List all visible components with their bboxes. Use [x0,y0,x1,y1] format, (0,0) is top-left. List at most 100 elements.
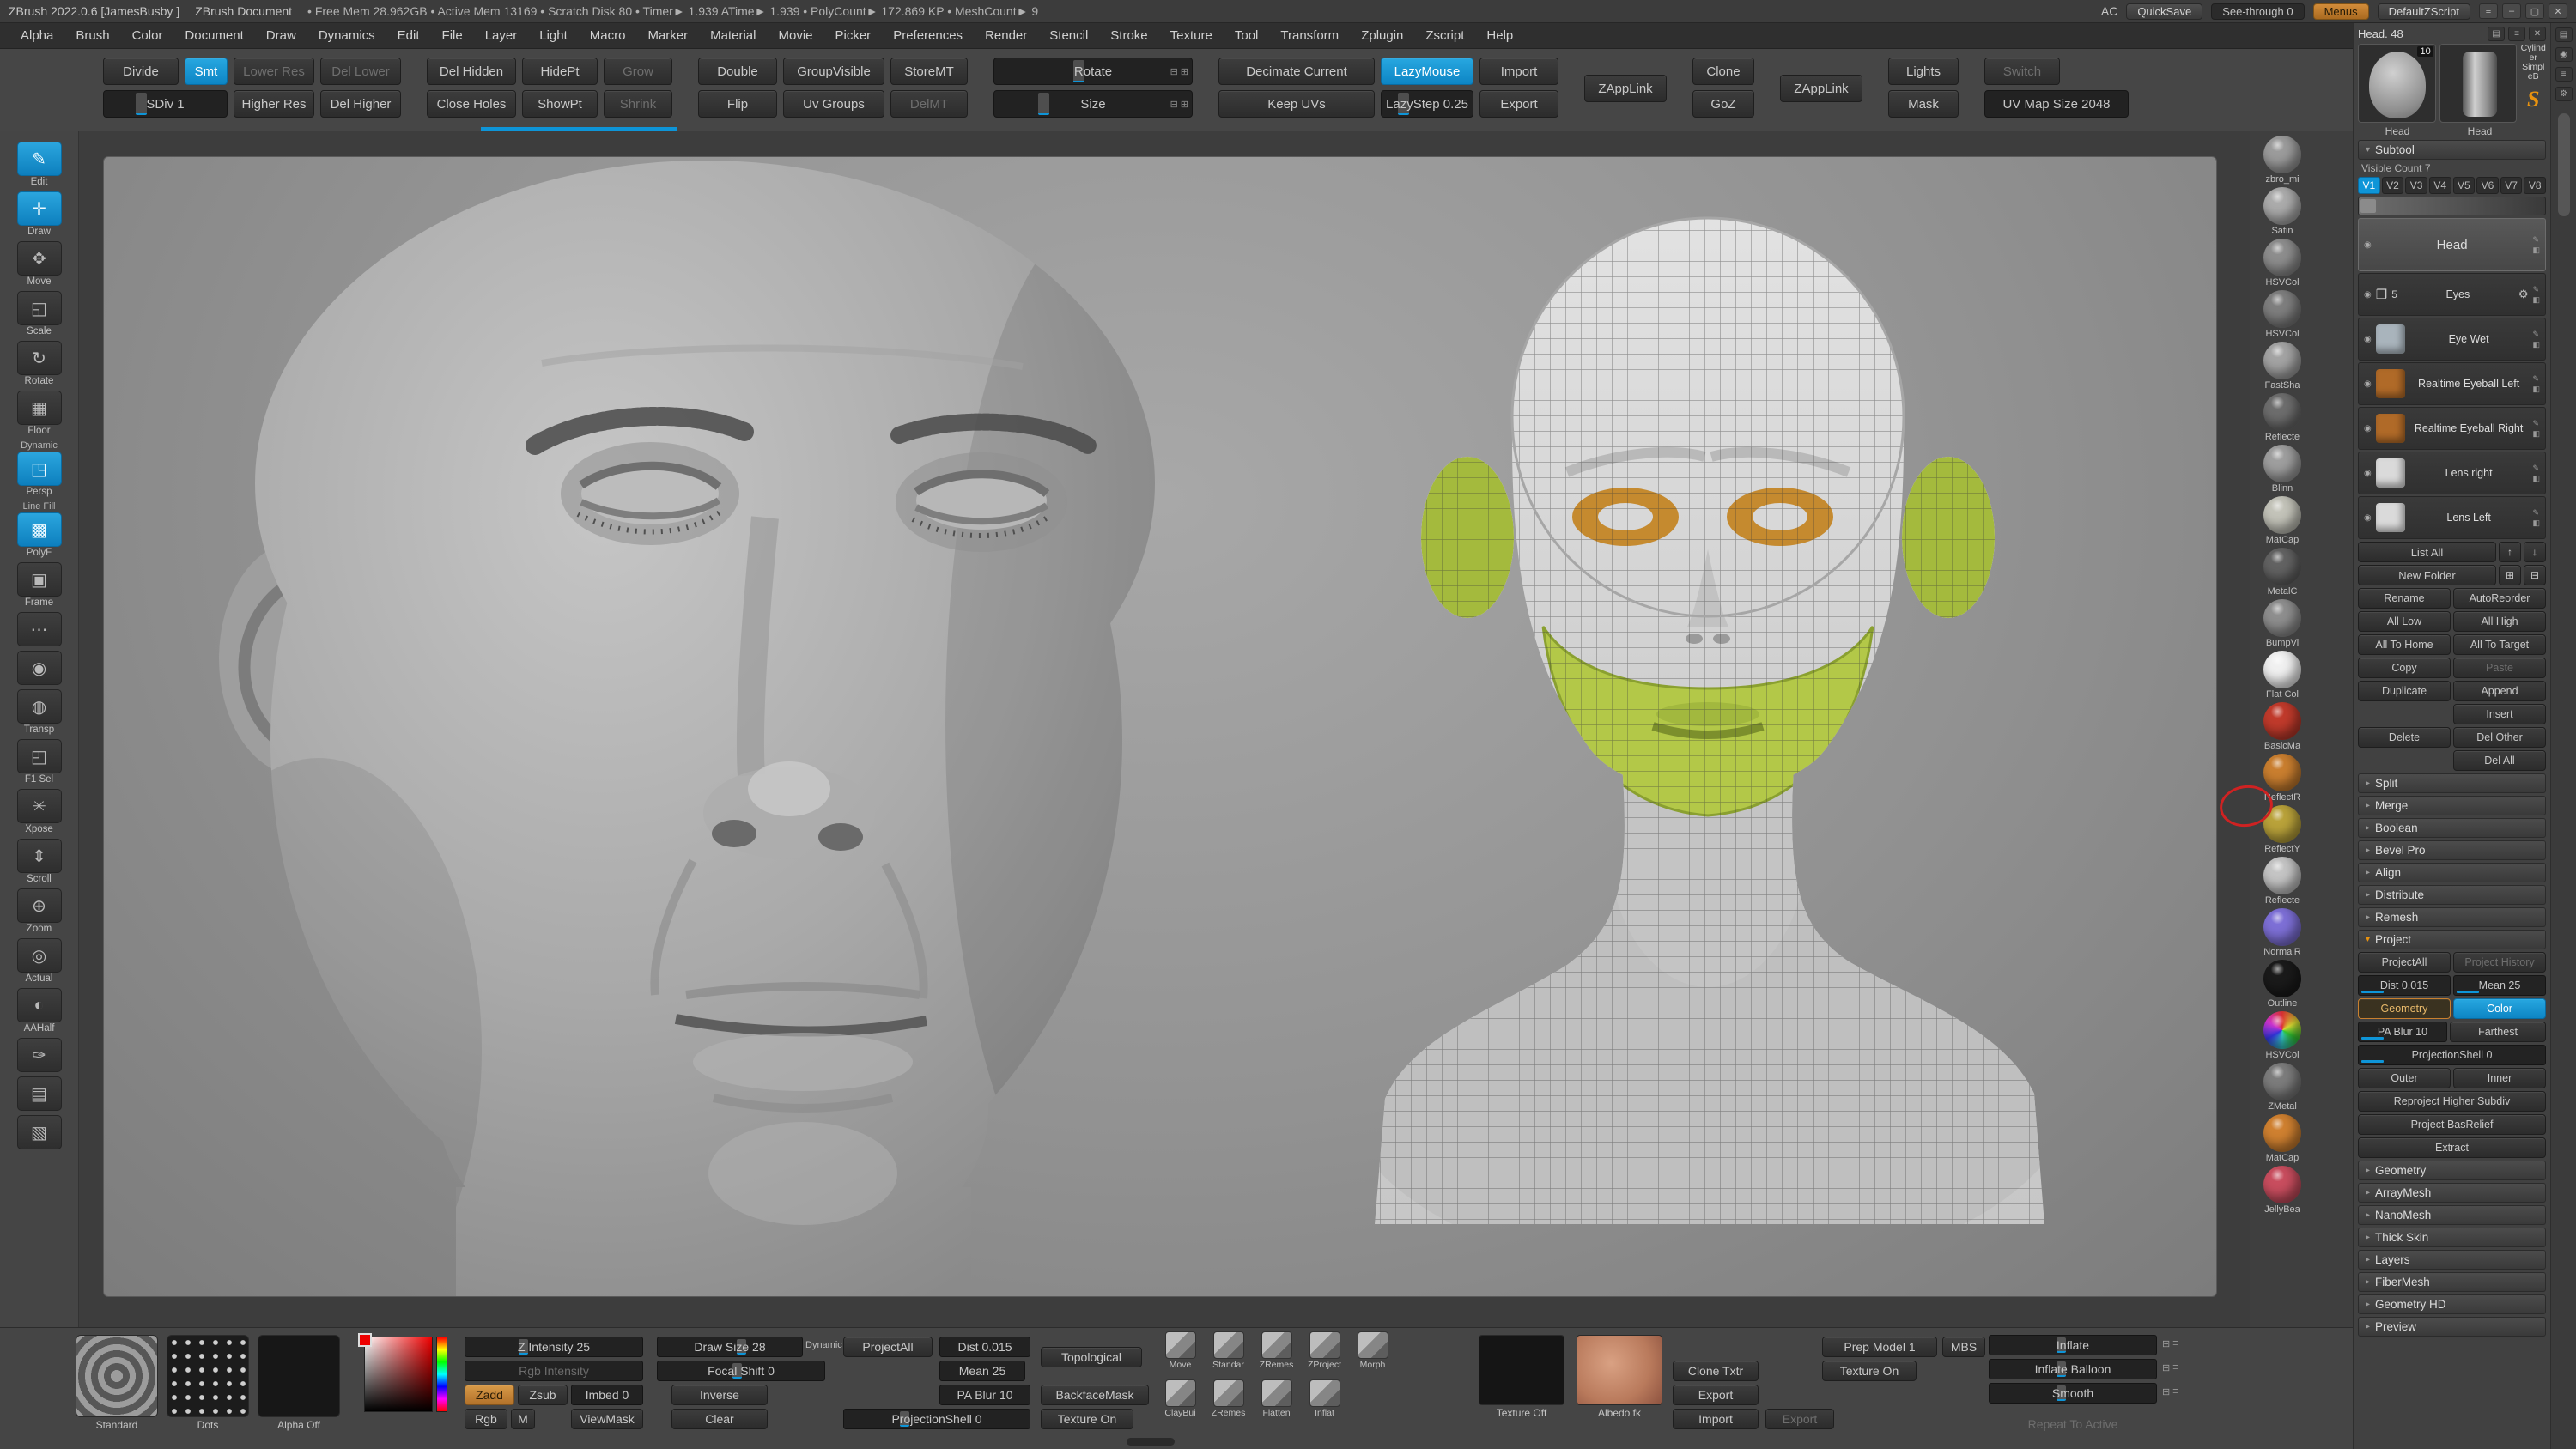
left-shelf-tool[interactable]: ✑ [9,1038,70,1072]
material-item[interactable]: HSVCol [2263,290,2301,339]
material-item[interactable]: Satin [2263,187,2301,236]
brush-shortcut[interactable]: ZRemes [1206,1379,1251,1418]
left-shelf-tool[interactable]: ▤ [9,1076,70,1111]
subtool-op-button[interactable]: Append [2453,681,2546,701]
brush-shortcut[interactable]: Move [1157,1331,1203,1370]
left-shelf-tool[interactable]: ◉ [9,651,70,685]
projection-shell-slider[interactable]: ProjectionShell 0 [843,1409,1030,1429]
visibility-eye-icon[interactable]: ◉ [2364,424,2372,433]
zapplink-button[interactable]: ZAppLink [1780,75,1862,102]
storemt-button[interactable]: StoreMT [890,58,968,85]
brush-slot[interactable]: Alpha Off [258,1335,340,1431]
edge-camera-icon[interactable]: ◉ [2555,47,2573,62]
subtool-view-tab[interactable]: V5 [2453,177,2476,194]
texture-on-button[interactable]: Texture On [1041,1409,1133,1429]
brush-shortcut[interactable]: ZRemes [1254,1331,1299,1370]
inverse-button[interactable]: Inverse [671,1385,768,1405]
panel-doc-icon[interactable]: ▤ [2488,27,2505,41]
viewmask-button[interactable]: ViewMask [571,1409,643,1429]
smooth-slider[interactable]: Smooth [1989,1383,2157,1404]
visibility-eye-icon[interactable]: ◉ [2364,513,2372,523]
subtool-op-button[interactable]: Copy [2358,658,2451,678]
menu-item[interactable]: Edit [387,26,430,45]
menu-item[interactable]: Stencil [1039,26,1098,45]
uv-map-size-slider[interactable]: UV Map Size 2048 [1984,90,2129,118]
draw-size-slider[interactable]: Draw Size 28 [657,1337,803,1357]
left-shelf-tool[interactable]: ✛Draw [9,191,70,237]
export-disabled-button[interactable]: Export [1765,1409,1834,1429]
subtool-row[interactable]: ◉❒Realtime Eyeball Left⚙✎◧ [2358,362,2546,405]
topological-button[interactable]: Topological [1041,1347,1142,1367]
export-button[interactable]: Export [1673,1385,1759,1405]
current-tool-thumbnail[interactable]: 10 [2358,44,2436,123]
subtool-section-header[interactable]: ▾Subtool [2358,140,2546,160]
pa-blur-slider[interactable]: PA Blur 10 [939,1385,1030,1405]
material-item[interactable]: Outline [2263,960,2301,1009]
material-item[interactable]: JellyBea [2263,1166,2301,1215]
canvas-grip[interactable] [1127,1438,1175,1446]
showpt-button[interactable]: ShowPt [522,90,598,118]
size-slider[interactable]: Size⊟⊞ [993,90,1193,118]
material-item[interactable]: NormalR [2263,908,2301,957]
decimate-current-button[interactable]: Decimate Current [1218,58,1375,85]
left-shelf-tool[interactable]: ✎Edit [9,142,70,187]
left-shelf-tool[interactable]: ◱Scale [9,291,70,336]
left-shelf-tool[interactable]: ◰F1 Sel [9,739,70,785]
clone-button[interactable]: Clone [1692,58,1754,85]
material-item[interactable]: Blinn [2263,445,2301,494]
project-basrelief-button[interactable]: Project BasRelief [2358,1114,2546,1135]
edge-doc-icon[interactable]: ▤ [2555,27,2573,42]
menu-item[interactable]: Material [700,26,766,45]
visibility-eye-icon[interactable]: ◉ [2364,469,2372,478]
shrink-button[interactable]: Shrink [604,90,672,118]
subtool-view-tab[interactable]: V4 [2429,177,2451,194]
material-item[interactable]: FastSha [2263,342,2301,391]
z-intensity-slider[interactable]: Z Intensity 25 [465,1337,643,1357]
sculpt-head-detail[interactable] [198,157,1160,1297]
left-shelf-tool[interactable]: ◎Actual [9,938,70,984]
import-button[interactable]: Import [1479,58,1558,85]
texture-off-thumbnail[interactable] [1479,1335,1564,1405]
mbs-button[interactable]: MBS [1942,1337,1985,1357]
subtool-op-button[interactable]: AutoReorder [2453,588,2546,609]
menus-button[interactable]: Menus [2313,3,2369,20]
menu-item[interactable]: Layer [475,26,528,45]
collapsed-section[interactable]: ▸NanoMesh [2358,1205,2546,1225]
extract-button[interactable]: Extract [2358,1137,2546,1158]
collapsed-section[interactable]: ▸Layers [2358,1250,2546,1270]
subtool-row[interactable]: ◉❒Eye Wet⚙✎◧ [2358,318,2546,361]
mask-button[interactable]: Mask [1888,90,1959,118]
collapsed-section[interactable]: ▸Merge [2358,796,2546,815]
subtool-view-tab[interactable]: V2 [2382,177,2404,194]
menu-item[interactable]: Light [529,26,578,45]
panel-close-icon[interactable]: ✕ [2529,27,2546,41]
flip-button[interactable]: Flip [698,90,777,118]
edge-menu-icon[interactable]: ≡ [2555,67,2573,82]
visibility-eye-icon[interactable]: ◉ [2364,240,2372,250]
menu-item[interactable]: Picker [825,26,882,45]
brush-shortcut[interactable]: Flatten [1254,1379,1299,1418]
subtool-row[interactable]: ◉❒5Eyes⚙✎◧ [2358,273,2546,316]
material-item[interactable]: MetalC [2263,548,2301,597]
menu-item[interactable]: Zscript [1415,26,1474,45]
subtool-op-button[interactable]: Insert [2453,704,2546,724]
material-item[interactable]: HSVCol [2263,1011,2301,1060]
menu-item[interactable]: Texture [1160,26,1223,45]
material-item[interactable]: MatCap [2263,1114,2301,1163]
mean-slider[interactable]: Mean 25 [2453,975,2546,996]
project-all-button[interactable]: ProjectAll [2358,952,2451,973]
dist-slider[interactable]: Dist 0.015 [2358,975,2451,996]
menu-item[interactable]: Draw [256,26,307,45]
collapsed-section[interactable]: ▸Align [2358,863,2546,882]
higher-res-button[interactable]: Higher Res [234,90,314,118]
see-through-slider[interactable]: See-through 0 [2211,3,2304,20]
texture-slot[interactable]: Texture Off [1479,1335,1564,1419]
zsub-button[interactable]: Zsub [518,1385,568,1405]
subtool-op-button[interactable]: All Low [2358,611,2451,632]
material-item[interactable]: BumpVi [2263,599,2301,648]
default-zscript-button[interactable]: DefaultZScript [2378,3,2470,20]
subtool-op-button[interactable]: Del Other [2453,727,2546,748]
goz-button[interactable]: GoZ [1692,90,1754,118]
brush-shortcut[interactable]: Morph [1350,1331,1395,1370]
subtool-view-tab[interactable]: V6 [2476,177,2499,194]
